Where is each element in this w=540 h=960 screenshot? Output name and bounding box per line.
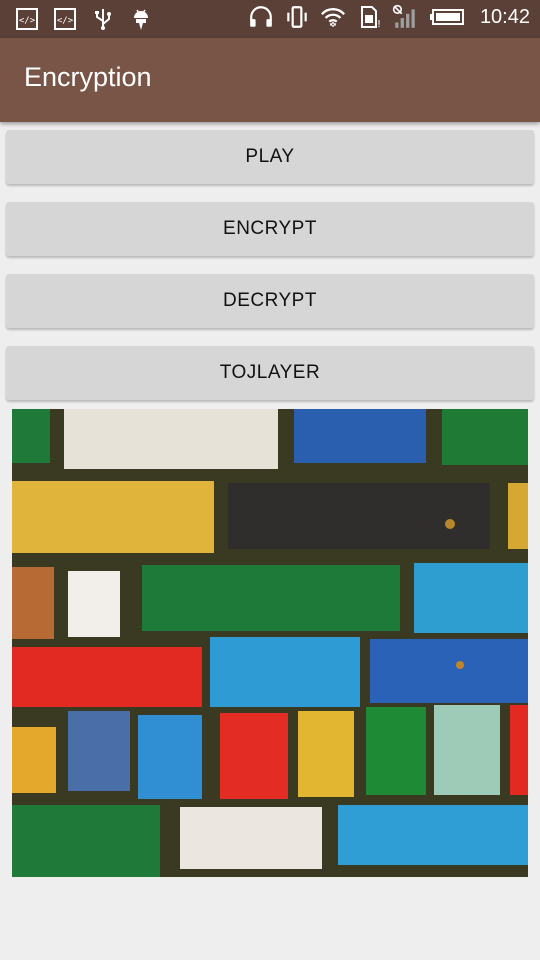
status-bar-system: ! 10:42 <box>248 4 530 30</box>
app-title: Encryption <box>24 62 152 92</box>
headset-icon <box>248 4 274 30</box>
battery-icon <box>428 4 466 30</box>
code-icon: </> <box>52 6 78 32</box>
usb-icon <box>90 6 116 32</box>
sim-icon: ! <box>356 4 382 30</box>
signal-icon <box>392 4 418 30</box>
svg-text:</>: </> <box>19 16 36 26</box>
brick-wall-picture <box>12 409 528 877</box>
decrypt-button[interactable]: DECRYPT <box>6 274 534 328</box>
svg-text:!: ! <box>377 19 381 30</box>
status-bar: </> </> ! 10:42 <box>0 0 540 38</box>
wifi-icon <box>320 4 346 30</box>
encrypt-button[interactable]: ENCRYPT <box>6 202 534 256</box>
app-bar: Encryption <box>0 38 540 122</box>
status-bar-notifications: </> </> <box>14 6 154 32</box>
brick-wall-image <box>12 409 528 877</box>
svg-text:</>: </> <box>57 16 74 26</box>
code-icon: </> <box>14 6 40 32</box>
play-button[interactable]: PLAY <box>6 130 534 184</box>
toplayer-button[interactable]: TOJLAYER <box>6 346 534 400</box>
vibrate-icon <box>284 4 310 30</box>
status-time: 10:42 <box>479 5 530 28</box>
android-icon <box>128 6 154 32</box>
